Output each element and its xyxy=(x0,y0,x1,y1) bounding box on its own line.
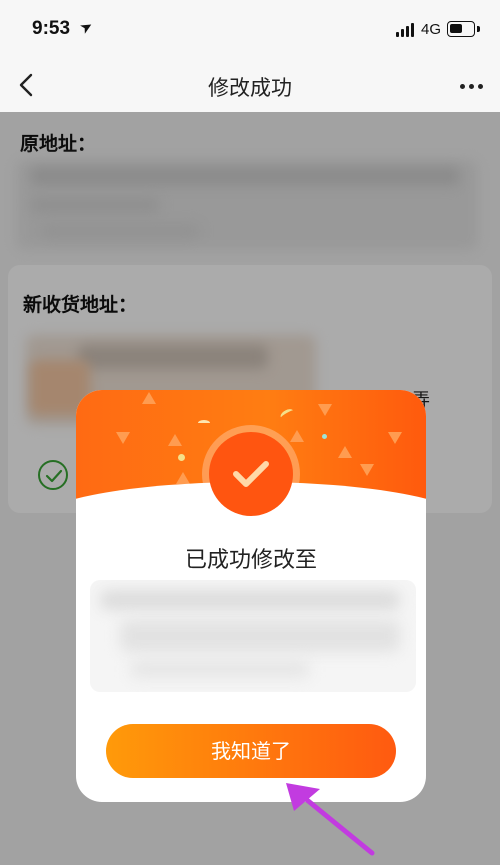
dialog-address-blur-line xyxy=(100,590,400,610)
confetti-decoration xyxy=(388,432,402,444)
location-arrow-icon: ➤ xyxy=(76,16,97,38)
signal-icon xyxy=(396,23,414,37)
confetti-decoration xyxy=(290,430,304,442)
confetti-decoration xyxy=(176,472,190,484)
dialog-title: 已成功修改至 xyxy=(184,548,317,573)
confetti-decoration xyxy=(168,434,182,446)
confetti-decoration xyxy=(278,407,296,421)
confetti-decoration xyxy=(198,420,210,426)
nav-bar: 修改成功 xyxy=(0,60,500,112)
confetti-decoration xyxy=(322,434,327,439)
battery-level xyxy=(450,24,462,33)
confetti-decoration xyxy=(178,454,185,461)
more-dots-icon[interactable] xyxy=(460,84,486,90)
success-dialog: 已成功修改至 我知道了 xyxy=(76,390,426,802)
confetti-decoration xyxy=(338,446,352,458)
network-type: 4G xyxy=(421,21,442,38)
dialog-address-blur-line xyxy=(120,620,400,652)
dialog-new-address-blurred xyxy=(90,580,416,692)
annotation-arrow-icon xyxy=(286,783,375,856)
page-title: 修改成功 xyxy=(208,76,292,100)
confetti-decoration xyxy=(318,404,332,416)
battery-icon xyxy=(447,21,475,37)
confetti-decoration xyxy=(360,464,374,476)
status-time: 9:53 xyxy=(32,18,71,39)
dialog-address-blur-line xyxy=(130,660,310,678)
check-icon xyxy=(233,461,269,487)
confetti-decoration xyxy=(116,432,130,444)
status-bar: 9:53 ➤ 4G xyxy=(0,0,500,60)
confirm-button[interactable]: 我知道了 xyxy=(106,724,396,778)
confetti-decoration xyxy=(142,392,156,404)
battery-cap xyxy=(477,26,480,32)
check-badge xyxy=(209,432,293,516)
